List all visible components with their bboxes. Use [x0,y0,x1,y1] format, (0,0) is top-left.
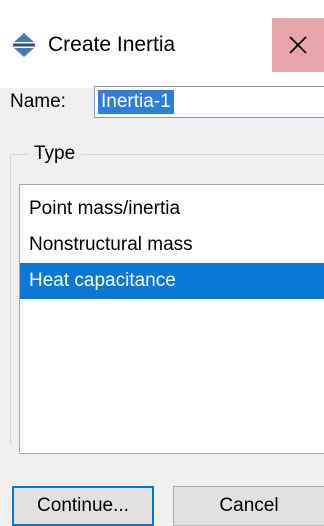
type-group-legend: Type [28,139,82,169]
close-icon [289,36,307,54]
cancel-button[interactable]: Cancel [173,486,324,526]
name-row: Name: [10,84,74,120]
close-button[interactable] [272,18,324,72]
type-listbox[interactable]: Point mass/inertia Nonstructural mass He… [19,184,324,454]
create-inertia-dialog: Create Inertia Name: Inertia-1 Type Poin… [0,0,324,526]
name-input-value: Inertia-1 [98,90,174,114]
dialog-title: Create Inertia [48,33,176,56]
list-item-point-mass[interactable]: Point mass/inertia [20,191,324,227]
title-bar: Create Inertia [0,0,324,88]
name-input[interactable]: Inertia-1 [94,86,324,118]
continue-button[interactable]: Continue... [12,486,154,526]
list-item-nonstructural-mass[interactable]: Nonstructural mass [20,227,324,263]
inertia-icon [10,31,38,59]
list-item-heat-capacitance[interactable]: Heat capacitance [20,263,324,299]
name-label: Name: [10,91,66,112]
